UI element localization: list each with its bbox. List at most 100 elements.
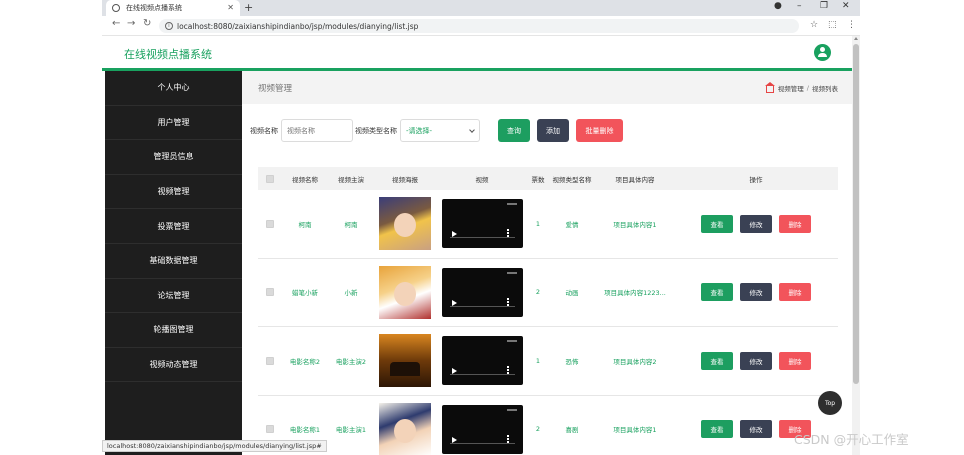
edit-button[interactable]: 修改 xyxy=(740,351,772,370)
extension-icon[interactable]: ⬚ xyxy=(828,20,837,30)
delete-button[interactable]: 删除 xyxy=(779,214,811,233)
menu-icon[interactable]: ⋮ xyxy=(847,20,856,30)
video-name-label: 视频名称 xyxy=(250,126,278,135)
sidebar-item-videos[interactable]: 视频管理 xyxy=(105,175,242,210)
url-field[interactable]: i localhost:8080/zaixianshipindianbo/jsp… xyxy=(159,19,799,33)
tab-bar: 在线视频点播系统 ✕ + ● – ❐ ✕ xyxy=(102,0,860,16)
back-to-top-button[interactable]: Top xyxy=(818,391,842,415)
site-info-icon[interactable]: i xyxy=(165,22,173,30)
sidebar-item-personal-center[interactable]: 个人中心 xyxy=(105,71,242,106)
reload-icon[interactable]: ↻ xyxy=(143,18,151,29)
sidebar-item-label: 论坛管理 xyxy=(157,290,190,300)
new-tab-icon[interactable]: + xyxy=(244,1,253,14)
sidebar-item-label: 轮播图管理 xyxy=(153,325,194,335)
poster-figure xyxy=(394,418,416,443)
breadcrumb-item: 视频列表 xyxy=(812,85,838,93)
view-button[interactable]: 查看 xyxy=(701,214,733,233)
search-bar: 视频名称 视频类型名称 -请选择- 查询 添加 批量删除 xyxy=(250,118,630,143)
cell-type: 恐怖 xyxy=(565,357,579,366)
sidebar-item-video-news[interactable]: 视频动态管理 xyxy=(105,348,242,383)
more-options-icon[interactable] xyxy=(506,366,509,375)
view-button[interactable]: 查看 xyxy=(701,283,733,302)
sidebar-item-users[interactable]: 用户管理 xyxy=(105,106,242,141)
scroll-up-icon[interactable] xyxy=(854,37,858,40)
batch-delete-button[interactable]: 批量删除 xyxy=(576,119,623,142)
cell-name: 电影名称1 xyxy=(289,426,321,435)
cell-content: 项目具体内容2 xyxy=(613,357,657,366)
poster-figure xyxy=(394,281,416,306)
more-options-icon[interactable] xyxy=(506,297,509,306)
sidebar-item-votes[interactable]: 投票管理 xyxy=(105,209,242,244)
header-content: 项目具体内容 xyxy=(615,175,655,184)
video-player[interactable] xyxy=(441,267,523,317)
row-checkbox[interactable] xyxy=(266,425,274,434)
row-checkbox[interactable] xyxy=(266,219,274,228)
more-options-icon[interactable] xyxy=(506,229,509,238)
edit-button[interactable]: 修改 xyxy=(740,283,772,302)
cell-name: 蜡笔小新 xyxy=(292,289,318,298)
delete-button[interactable]: 删除 xyxy=(779,351,811,370)
browser-tab[interactable]: 在线视频点播系统 ✕ xyxy=(106,0,240,16)
sidebar: 个人中心 用户管理 管理员信息 视频管理 投票管理 基础数据管理 论坛管理 轮播… xyxy=(105,71,242,455)
home-icon[interactable] xyxy=(764,81,775,93)
watermark: CSDN @开心工作室 xyxy=(794,432,909,447)
video-progress-bar[interactable] xyxy=(449,305,515,307)
bookmark-star-icon[interactable]: ☆ xyxy=(810,20,818,30)
sidebar-item-base-data[interactable]: 基础数据管理 xyxy=(105,244,242,279)
sidebar-item-forum[interactable]: 论坛管理 xyxy=(105,279,242,314)
row-checkbox[interactable] xyxy=(266,356,274,365)
profile-icon[interactable]: ● xyxy=(774,1,782,11)
video-progress-bar[interactable] xyxy=(449,442,515,444)
cell-ops: 查看 修改 删除 xyxy=(674,214,838,233)
app-header: 在线视频点播系统 xyxy=(102,36,852,71)
video-type-select[interactable]: -请选择- xyxy=(400,119,480,142)
video-name-input[interactable] xyxy=(281,119,353,142)
add-button[interactable]: 添加 xyxy=(537,119,569,142)
back-icon[interactable]: ← xyxy=(112,18,120,29)
minimize-icon[interactable]: – xyxy=(797,1,802,11)
row-select-cell xyxy=(258,288,282,297)
video-player[interactable] xyxy=(441,336,523,386)
video-status-icon xyxy=(506,408,517,411)
video-progress-bar[interactable] xyxy=(449,374,515,376)
breadcrumb-item[interactable]: 视频管理 xyxy=(778,83,804,93)
more-options-icon[interactable] xyxy=(506,434,509,443)
poster-figure xyxy=(394,213,416,238)
restore-icon[interactable]: ❐ xyxy=(820,1,828,11)
view-button[interactable]: 查看 xyxy=(701,351,733,370)
select-all-cell xyxy=(258,174,282,183)
video-player[interactable] xyxy=(441,404,523,454)
cell-type: 动画 xyxy=(565,289,579,298)
cell-star: 小新 xyxy=(344,289,358,298)
edit-button[interactable]: 修改 xyxy=(740,420,772,439)
scrollbar-thumb[interactable] xyxy=(853,44,859,384)
cell-ops: 查看 修改 删除 xyxy=(674,283,838,302)
video-type-label: 视频类型名称 xyxy=(355,126,397,135)
query-button[interactable]: 查询 xyxy=(498,119,530,142)
cell-poster xyxy=(374,265,436,319)
header-star: 视频主演 xyxy=(338,175,364,184)
close-tab-icon[interactable]: ✕ xyxy=(227,3,234,12)
delete-button[interactable]: 删除 xyxy=(779,283,811,302)
row-select-cell xyxy=(258,356,282,365)
video-player[interactable] xyxy=(441,199,523,249)
cell-type: 喜剧 xyxy=(565,426,579,435)
row-select-cell xyxy=(258,219,282,228)
video-progress-bar[interactable] xyxy=(449,237,515,239)
close-window-icon[interactable]: ✕ xyxy=(842,1,850,11)
select-all-checkbox[interactable] xyxy=(266,174,274,183)
main-content: 视频管理 视频管理 / 视频列表 视频名称 视频类型名称 -请选择- 查询 添加… xyxy=(242,71,852,455)
row-checkbox[interactable] xyxy=(266,288,274,297)
breadcrumb-separator: / xyxy=(806,84,809,92)
sidebar-item-admins[interactable]: 管理员信息 xyxy=(105,140,242,175)
page-title: 视频管理 xyxy=(258,84,293,94)
table-header: 视频名称 视频主演 视频海报 视频 票数 视频类型名称 项目具体内容 操作 xyxy=(258,167,838,190)
vertical-scrollbar[interactable] xyxy=(852,36,860,455)
view-button[interactable]: 查看 xyxy=(701,420,733,439)
edit-button[interactable]: 修改 xyxy=(740,214,772,233)
sidebar-item-carousel[interactable]: 轮播图管理 xyxy=(105,313,242,348)
table-row: 电影名称1 电影主演1 2 喜剧 项目具体内容1 查看 修改 删除 xyxy=(258,396,838,455)
header-type: 视频类型名称 xyxy=(552,175,592,184)
user-avatar-icon[interactable] xyxy=(814,44,831,61)
forward-icon[interactable]: → xyxy=(127,18,135,29)
